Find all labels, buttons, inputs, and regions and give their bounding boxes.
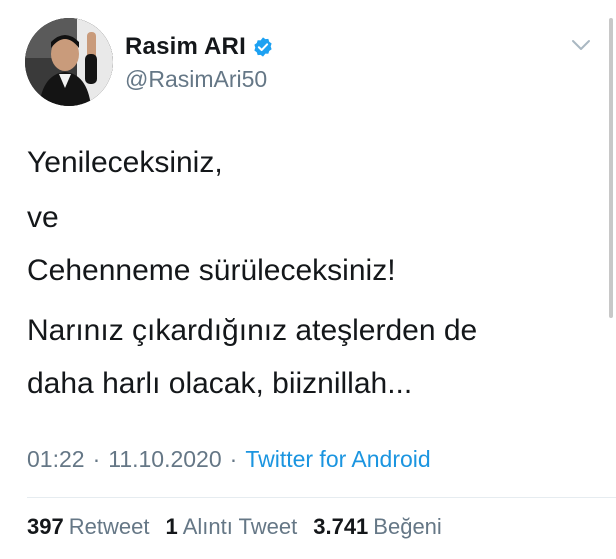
likes-count: 3.741 [313,514,369,539]
quotes-count: 1 [165,514,178,539]
verified-badge-icon [252,36,274,58]
author-handle[interactable]: @RasimAri50 [125,66,267,93]
retweets-label: Retweet [68,514,150,539]
retweets-stat[interactable]: 397 Retweet [27,514,149,540]
scrollbar[interactable] [609,18,613,318]
chevron-down-icon[interactable] [570,36,592,54]
tweet-source-link[interactable]: Twitter for Android [245,446,430,472]
tweet-text-line: Narınız çıkardığınız ateşlerden de [27,314,478,347]
avatar[interactable] [25,18,113,106]
meta-separator: · [92,446,101,472]
tweet-meta: 01:22 · 11.10.2020 · Twitter for Android [27,446,431,473]
quotes-label: Alıntı Tweet [182,514,298,539]
divider [27,497,616,498]
tweet-text-line: Cehenneme sürüleceksiniz! [27,254,396,287]
tweet-date[interactable]: 11.10.2020 [108,446,221,472]
avatar-photo-icon [25,18,113,106]
likes-stat[interactable]: 3.741 Beğeni [313,514,442,540]
tweet-time[interactable]: 01:22 [27,446,85,472]
tweet-text-line: daha harlı olacak, biiznillah... [27,367,413,400]
author-name-row[interactable]: Rasim ARI [125,33,274,61]
tweet-card: Rasim ARI @RasimAri50 Yenileceksiniz, ve… [0,0,616,559]
meta-separator: · [229,446,238,472]
tweet-stats: 397 Retweet 1 Alıntı Tweet 3.741 Beğeni [27,514,458,540]
display-name[interactable]: Rasim ARI [125,33,246,61]
quotes-stat[interactable]: 1 Alıntı Tweet [165,514,297,540]
tweet-text-line: ve [27,201,59,234]
retweets-count: 397 [27,514,64,539]
likes-label: Beğeni [373,514,442,539]
tweet-text-line: Yenileceksiniz, [27,146,223,179]
